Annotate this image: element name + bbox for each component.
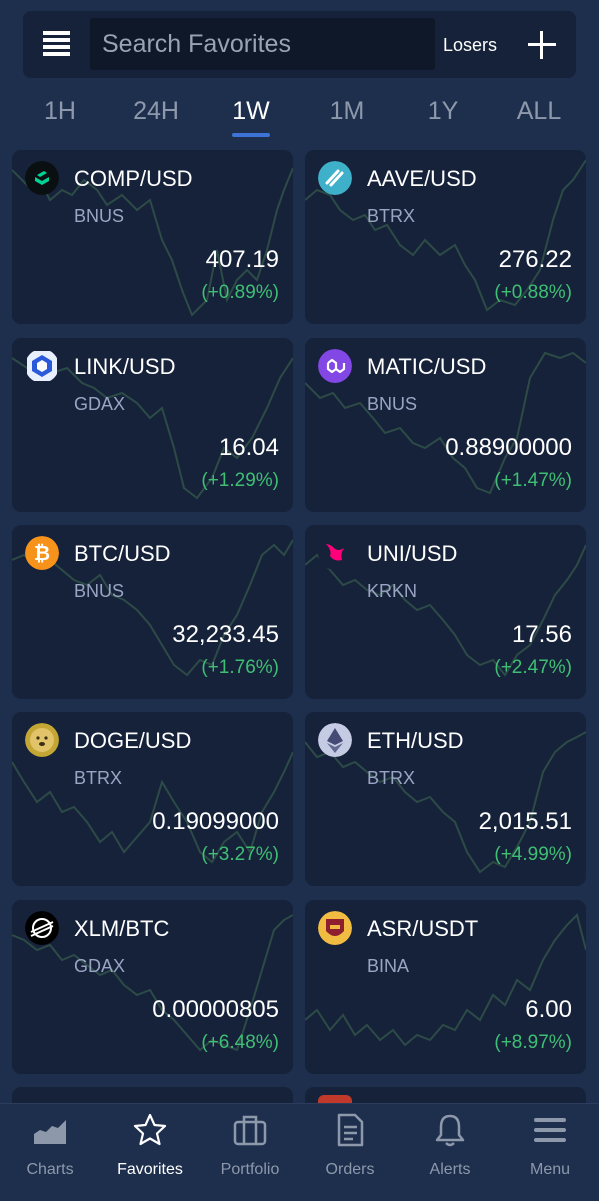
nav-label: Alerts xyxy=(429,1161,471,1178)
tab-all[interactable]: ALL xyxy=(517,97,561,126)
charts-icon xyxy=(34,1120,66,1144)
change-percent: (+4.99%) xyxy=(494,844,572,865)
favorite-card-aave-usd[interactable]: AAVE/USD BTRX 276.22 (+0.88%) xyxy=(305,150,586,324)
pair-name: DOGE/USD xyxy=(74,728,192,753)
active-tab-indicator xyxy=(232,133,270,137)
change-percent: (+1.76%) xyxy=(201,657,279,678)
exchange-name: GDAX xyxy=(74,956,126,976)
bitcoin-icon: ₿ xyxy=(25,536,59,570)
top-bar: Losers xyxy=(23,11,576,78)
pair-name: AAVE/USD xyxy=(367,166,477,191)
svg-text:₿: ₿ xyxy=(34,543,50,565)
exchange-name: BNUS xyxy=(74,581,125,601)
nav-favorites[interactable]: Favorites xyxy=(100,1104,200,1201)
favorite-card-matic-usd[interactable]: MATIC/USD BNUS 0.88900000 (+1.47%) xyxy=(305,338,586,512)
nav-label: Portfolio xyxy=(220,1161,280,1178)
polygon-icon xyxy=(318,349,352,383)
nav-label: Orders xyxy=(325,1161,375,1178)
nav-menu[interactable]: Menu xyxy=(500,1104,599,1201)
nav-alerts[interactable]: Alerts xyxy=(400,1104,500,1201)
change-percent: (+6.48%) xyxy=(201,1032,279,1053)
exchange-name: GDAX xyxy=(74,394,126,414)
nav-orders[interactable]: Orders xyxy=(300,1104,400,1201)
nav-portfolio[interactable]: Portfolio xyxy=(200,1104,300,1201)
star-icon xyxy=(133,1113,167,1146)
bottom-navigation: Charts Favorites Portfolio Orders Alerts… xyxy=(0,1103,599,1201)
nav-label: Favorites xyxy=(117,1161,183,1178)
price-value: 2,015.51 xyxy=(478,808,572,835)
pair-name: XLM/BTC xyxy=(74,916,170,941)
favorite-card-doge-usd[interactable]: DOGE/USD BTRX 0.19099000 (+3.27%) xyxy=(12,712,293,886)
price-value: 407.19 xyxy=(205,246,279,273)
stellar-icon xyxy=(25,911,59,945)
time-range-tabs: 1H 24H 1W 1M 1Y ALL xyxy=(0,93,599,143)
document-icon xyxy=(337,1113,364,1147)
favorite-card-btc-usd[interactable]: ₿ BTC/USD BNUS 32,233.45 (+1.76%) xyxy=(12,525,293,699)
change-percent: (+2.47%) xyxy=(494,657,572,678)
as-roma-icon xyxy=(318,911,352,945)
pair-name: UNI/USD xyxy=(367,541,458,566)
exchange-name: BINA xyxy=(367,956,410,976)
price-value: 32,233.45 xyxy=(172,621,279,648)
change-percent: (+1.29%) xyxy=(201,470,279,491)
ethereum-icon xyxy=(318,723,352,757)
pair-name: COMP/USD xyxy=(74,166,193,191)
price-value: 276.22 xyxy=(498,246,572,273)
nav-charts[interactable]: Charts xyxy=(0,1104,100,1201)
change-percent: (+8.97%) xyxy=(494,1032,572,1053)
favorite-card-link-usd[interactable]: LINK/USD GDAX 16.04 (+1.29%) xyxy=(12,338,293,512)
favorite-card-xlm-btc[interactable]: XLM/BTC GDAX 0.00000805 (+6.48%) xyxy=(12,900,293,1074)
pair-name: MATIC/USD xyxy=(367,354,487,379)
briefcase-icon xyxy=(233,1115,267,1146)
tab-1w[interactable]: 1W xyxy=(232,97,270,126)
tab-1h[interactable]: 1H xyxy=(44,97,76,126)
pair-name: ETH/USD xyxy=(367,728,464,753)
list-menu-icon[interactable] xyxy=(43,31,70,57)
nav-label: Menu xyxy=(529,1161,571,1178)
favorite-card-eth-usd[interactable]: ETH/USD BTRX 2,015.51 (+4.99%) xyxy=(305,712,586,886)
price-value: 0.00000805 xyxy=(152,996,279,1023)
favorite-card-uni-usd[interactable]: UNI/USD KRKN 17.56 (+2.47%) xyxy=(305,525,586,699)
change-percent: (+0.89%) xyxy=(201,282,279,303)
menu-icon xyxy=(534,1118,566,1142)
losers-filter-button[interactable]: Losers xyxy=(443,35,497,56)
price-value: 17.56 xyxy=(511,621,572,648)
price-value: 6.00 xyxy=(525,996,572,1023)
search-input[interactable] xyxy=(90,18,435,70)
tab-24h[interactable]: 24H xyxy=(133,97,179,126)
tab-1y[interactable]: 1Y xyxy=(428,97,459,126)
pair-name: LINK/USD xyxy=(74,354,176,379)
price-value: 16.04 xyxy=(218,434,279,461)
exchange-name: BTRX xyxy=(367,206,416,226)
dogecoin-icon xyxy=(25,723,59,757)
exchange-name: BNUS xyxy=(367,394,418,414)
change-percent: (+1.47%) xyxy=(494,470,572,491)
exchange-name: BTRX xyxy=(74,768,123,788)
tab-1m[interactable]: 1M xyxy=(330,97,365,126)
chainlink-icon xyxy=(27,351,57,381)
uniswap-icon xyxy=(318,536,352,570)
change-percent: (+3.27%) xyxy=(201,844,279,865)
nav-label: Charts xyxy=(26,1161,74,1178)
favorite-card-comp-usd[interactable]: COMP/USD BNUS 407.19 (+0.89%) xyxy=(12,150,293,324)
exchange-name: KRKN xyxy=(367,581,418,601)
pair-name: ASR/USDT xyxy=(367,916,479,941)
change-percent: (+0.88%) xyxy=(494,282,572,303)
add-icon[interactable] xyxy=(528,31,556,59)
favorite-card-asr-usdt[interactable]: ASR/USDT BINA 6.00 (+8.97%) xyxy=(305,900,586,1074)
exchange-name: BTRX xyxy=(367,768,416,788)
aave-icon xyxy=(318,161,352,195)
price-value: 0.19099000 xyxy=(152,808,279,835)
exchange-name: BNUS xyxy=(74,206,125,226)
compound-icon xyxy=(25,161,59,195)
pair-name: BTC/USD xyxy=(74,541,171,566)
bell-icon xyxy=(435,1114,465,1147)
price-value: 0.88900000 xyxy=(445,434,572,461)
